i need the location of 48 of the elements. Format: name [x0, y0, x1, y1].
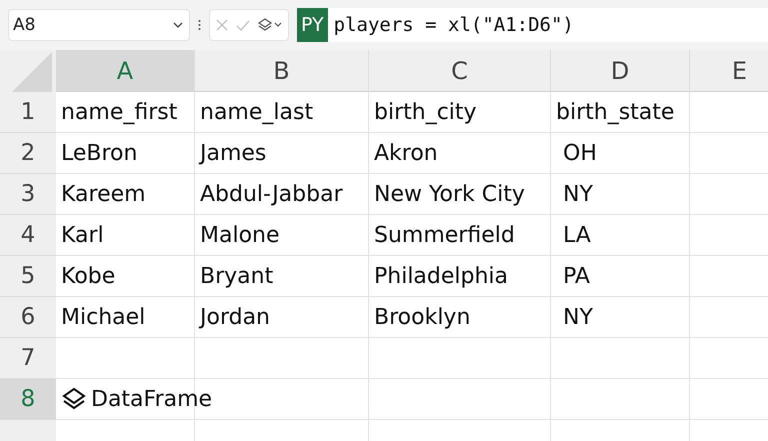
column-header[interactable]: A [56, 50, 195, 92]
table-cell: New York City [369, 174, 551, 215]
table-cell: NY [551, 174, 690, 215]
row-header[interactable]: 8 [0, 379, 56, 420]
table-cell: name_last [195, 92, 369, 133]
table-cell: Philadelphia [369, 256, 551, 297]
table-cell: LA [551, 215, 690, 256]
table-cell: Malone [195, 215, 369, 256]
row-header[interactable]: 1 [0, 92, 56, 133]
python-badge: PY [297, 8, 328, 42]
row-header[interactable]: 5 [0, 256, 56, 297]
layers-icon[interactable] [258, 18, 282, 32]
column-header[interactable]: D [551, 50, 690, 92]
table-cell: birth_state [551, 92, 690, 133]
table-cell: Kobe [56, 256, 195, 297]
column-header[interactable]: B [195, 50, 369, 92]
table-cell: birth_city [369, 92, 551, 133]
layers-icon[interactable] [61, 387, 87, 411]
chevron-down-icon[interactable] [173, 22, 183, 28]
table-cell: Summerfield [369, 215, 551, 256]
table-cell: Michael [56, 297, 195, 338]
name-box[interactable]: A8 [8, 9, 190, 41]
column-header[interactable]: E [690, 50, 768, 92]
check-icon[interactable] [236, 20, 250, 30]
table-cell: LeBron [56, 133, 195, 174]
formula-bar[interactable]: PY players = xl("A1:D6") [297, 8, 768, 42]
table-cell: James [195, 133, 369, 174]
row-header[interactable]: 2 [0, 133, 56, 174]
row-header[interactable]: 3 [0, 174, 56, 215]
table-cell: OH [551, 133, 690, 174]
table-cell: NY [551, 297, 690, 338]
table-cell: Karl [56, 215, 195, 256]
table-cell: name_first [56, 92, 195, 133]
table-cell: PA [551, 256, 690, 297]
table-cell: Jordan [195, 297, 369, 338]
formula-text: players = xl("A1:D6") [332, 14, 574, 36]
table-cell: Abdul-Jabbar [195, 174, 369, 215]
more-icon[interactable] [198, 19, 201, 31]
cell-text: DataFrame [91, 386, 212, 412]
table-cell: Bryant [195, 256, 369, 297]
row-header[interactable]: 4 [0, 215, 56, 256]
column-header[interactable]: C [369, 50, 551, 92]
row-header[interactable]: 7 [0, 338, 56, 379]
table-cell: Brooklyn [369, 297, 551, 338]
name-box-value: A8 [13, 15, 36, 35]
table-cell: Kareem [56, 174, 195, 215]
table-cell: Akron [369, 133, 551, 174]
row-header[interactable]: 6 [0, 297, 56, 338]
